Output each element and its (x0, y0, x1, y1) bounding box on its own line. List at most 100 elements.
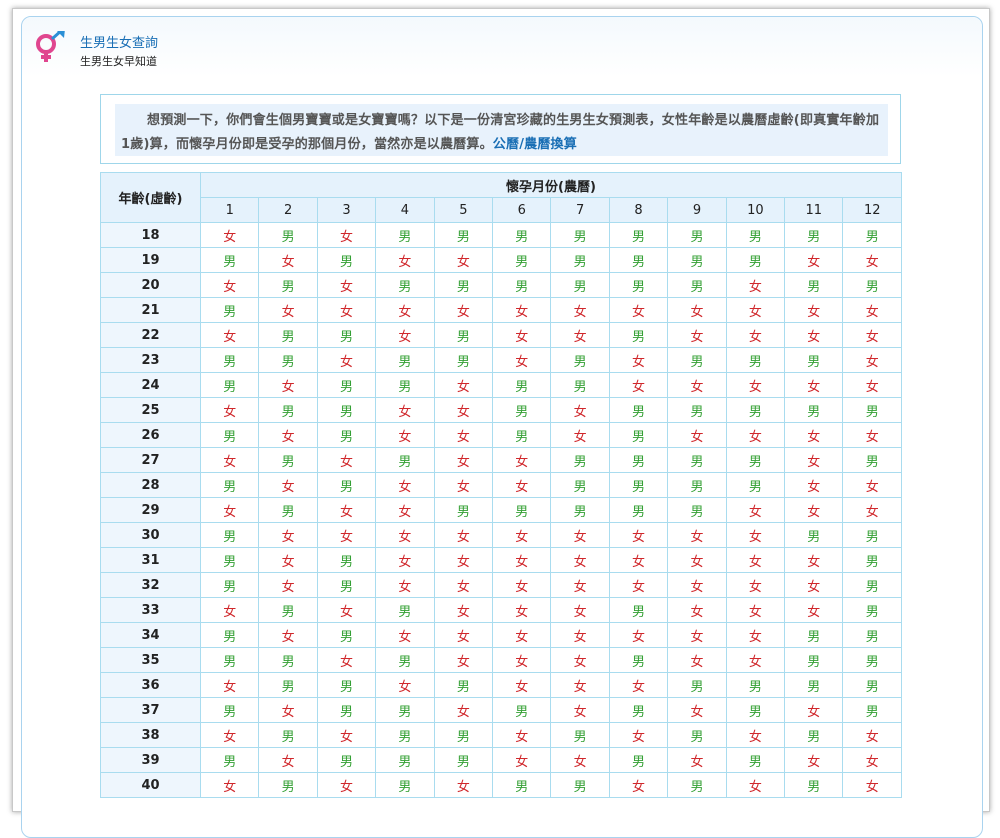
boy-cell: 男 (667, 272, 727, 298)
boy-cell: 男 (375, 772, 435, 798)
girl-cell: 女 (433, 397, 494, 423)
boy-cell: 男 (316, 697, 377, 723)
month-header-cell: 11 (784, 197, 844, 223)
girl-cell: 女 (258, 522, 318, 548)
girl-cell: 女 (316, 647, 377, 673)
month-header-cell: 9 (667, 197, 727, 223)
boy-cell: 男 (608, 697, 669, 723)
boy-cell: 男 (433, 322, 494, 348)
boy-cell: 男 (784, 222, 844, 248)
girl-cell: 女 (784, 597, 844, 623)
girl-cell: 女 (550, 597, 610, 623)
boy-cell: 男 (608, 647, 669, 673)
girl-cell: 女 (316, 722, 377, 748)
boy-cell: 男 (608, 597, 669, 623)
girl-cell: 女 (784, 747, 844, 773)
table-header-row: 年齡(虛齡) 懷孕月份(農曆) (100, 172, 902, 223)
girl-cell: 女 (433, 522, 494, 548)
table-row: 24 男女男男女男男女女女女女 (100, 372, 902, 398)
girl-cell: 女 (199, 272, 260, 298)
month-header-cell: 6 (492, 197, 552, 223)
boy-cell: 男 (375, 447, 435, 473)
girl-cell: 女 (784, 447, 844, 473)
boy-cell: 男 (667, 447, 727, 473)
girl-cell: 女 (842, 497, 902, 523)
girl-cell: 女 (433, 447, 494, 473)
girl-cell: 女 (725, 572, 786, 598)
girl-cell: 女 (842, 772, 902, 798)
girl-cell: 女 (725, 722, 786, 748)
girl-cell: 女 (784, 247, 844, 273)
age-cell: 31 (100, 547, 201, 573)
girl-cell: 女 (608, 572, 669, 598)
girl-cell: 女 (608, 522, 669, 548)
girl-cell: 女 (258, 422, 318, 448)
age-cell: 38 (100, 722, 201, 748)
boy-cell: 男 (316, 672, 377, 698)
girl-cell: 女 (375, 247, 435, 273)
boy-cell: 男 (842, 547, 902, 573)
boy-cell: 男 (316, 322, 377, 348)
boy-cell: 男 (258, 722, 318, 748)
boy-cell: 男 (433, 222, 494, 248)
girl-cell: 女 (842, 322, 902, 348)
table-row: 19 男女男女女男男男男男女女 (100, 247, 902, 273)
age-cell: 25 (100, 397, 201, 423)
girl-cell: 女 (550, 522, 610, 548)
boy-cell: 男 (550, 272, 610, 298)
boy-cell: 男 (199, 747, 260, 773)
boy-cell: 男 (725, 347, 786, 373)
boy-cell: 男 (725, 747, 786, 773)
girl-cell: 女 (842, 722, 902, 748)
boy-cell: 男 (258, 272, 318, 298)
girl-cell: 女 (375, 522, 435, 548)
girl-cell: 女 (199, 672, 260, 698)
table-row: 37 男女男男女男女男女男女男 (100, 697, 902, 723)
girl-cell: 女 (258, 572, 318, 598)
girl-cell: 女 (550, 747, 610, 773)
girl-cell: 女 (258, 622, 318, 648)
table-row: 23 男男女男男女男女男男男女 (100, 347, 902, 373)
age-header: 年齡(虛齡) (100, 172, 201, 223)
girl-cell: 女 (784, 697, 844, 723)
girl-cell: 女 (842, 747, 902, 773)
girl-cell: 女 (199, 597, 260, 623)
girl-cell: 女 (433, 697, 494, 723)
month-header: 懷孕月份(農曆) (200, 172, 902, 198)
boy-cell: 男 (842, 447, 902, 473)
girl-cell: 女 (667, 697, 727, 723)
calendar-convert-link[interactable]: 公曆/農曆換算 (493, 137, 577, 152)
boy-cell: 男 (375, 372, 435, 398)
boy-cell: 男 (433, 272, 494, 298)
girl-cell: 女 (784, 547, 844, 573)
girl-cell: 女 (433, 472, 494, 498)
girl-cell: 女 (550, 672, 610, 698)
panel-header: 生男生女查詢 生男生女早知道 (22, 17, 982, 77)
boy-cell: 男 (492, 272, 552, 298)
girl-cell: 女 (608, 372, 669, 398)
boy-cell: 男 (375, 647, 435, 673)
boy-cell: 男 (725, 397, 786, 423)
boy-cell: 男 (550, 447, 610, 473)
boy-cell: 男 (258, 772, 318, 798)
age-cell: 18 (100, 222, 201, 248)
girl-cell: 女 (199, 722, 260, 748)
boy-cell: 男 (375, 222, 435, 248)
girl-cell: 女 (492, 647, 552, 673)
girl-cell: 女 (608, 297, 669, 323)
girl-cell: 女 (667, 422, 727, 448)
month-header-cell: 7 (550, 197, 610, 223)
boy-cell: 男 (784, 647, 844, 673)
boy-cell: 男 (608, 422, 669, 448)
table-body: 年齡(虛齡) 懷孕月份(農曆) 1 2 3 4 5 6 7 8 9 10 11 12 18 女男女男男男… (100, 172, 902, 798)
boy-cell: 男 (725, 672, 786, 698)
girl-cell: 女 (492, 622, 552, 648)
boy-cell: 男 (842, 697, 902, 723)
girl-cell: 女 (433, 622, 494, 648)
girl-cell: 女 (433, 572, 494, 598)
girl-cell: 女 (316, 297, 377, 323)
girl-cell: 女 (433, 247, 494, 273)
table-row: 27 女男女男女女男男男男女男 (100, 447, 902, 473)
boy-cell: 男 (550, 472, 610, 498)
girl-cell: 女 (842, 247, 902, 273)
